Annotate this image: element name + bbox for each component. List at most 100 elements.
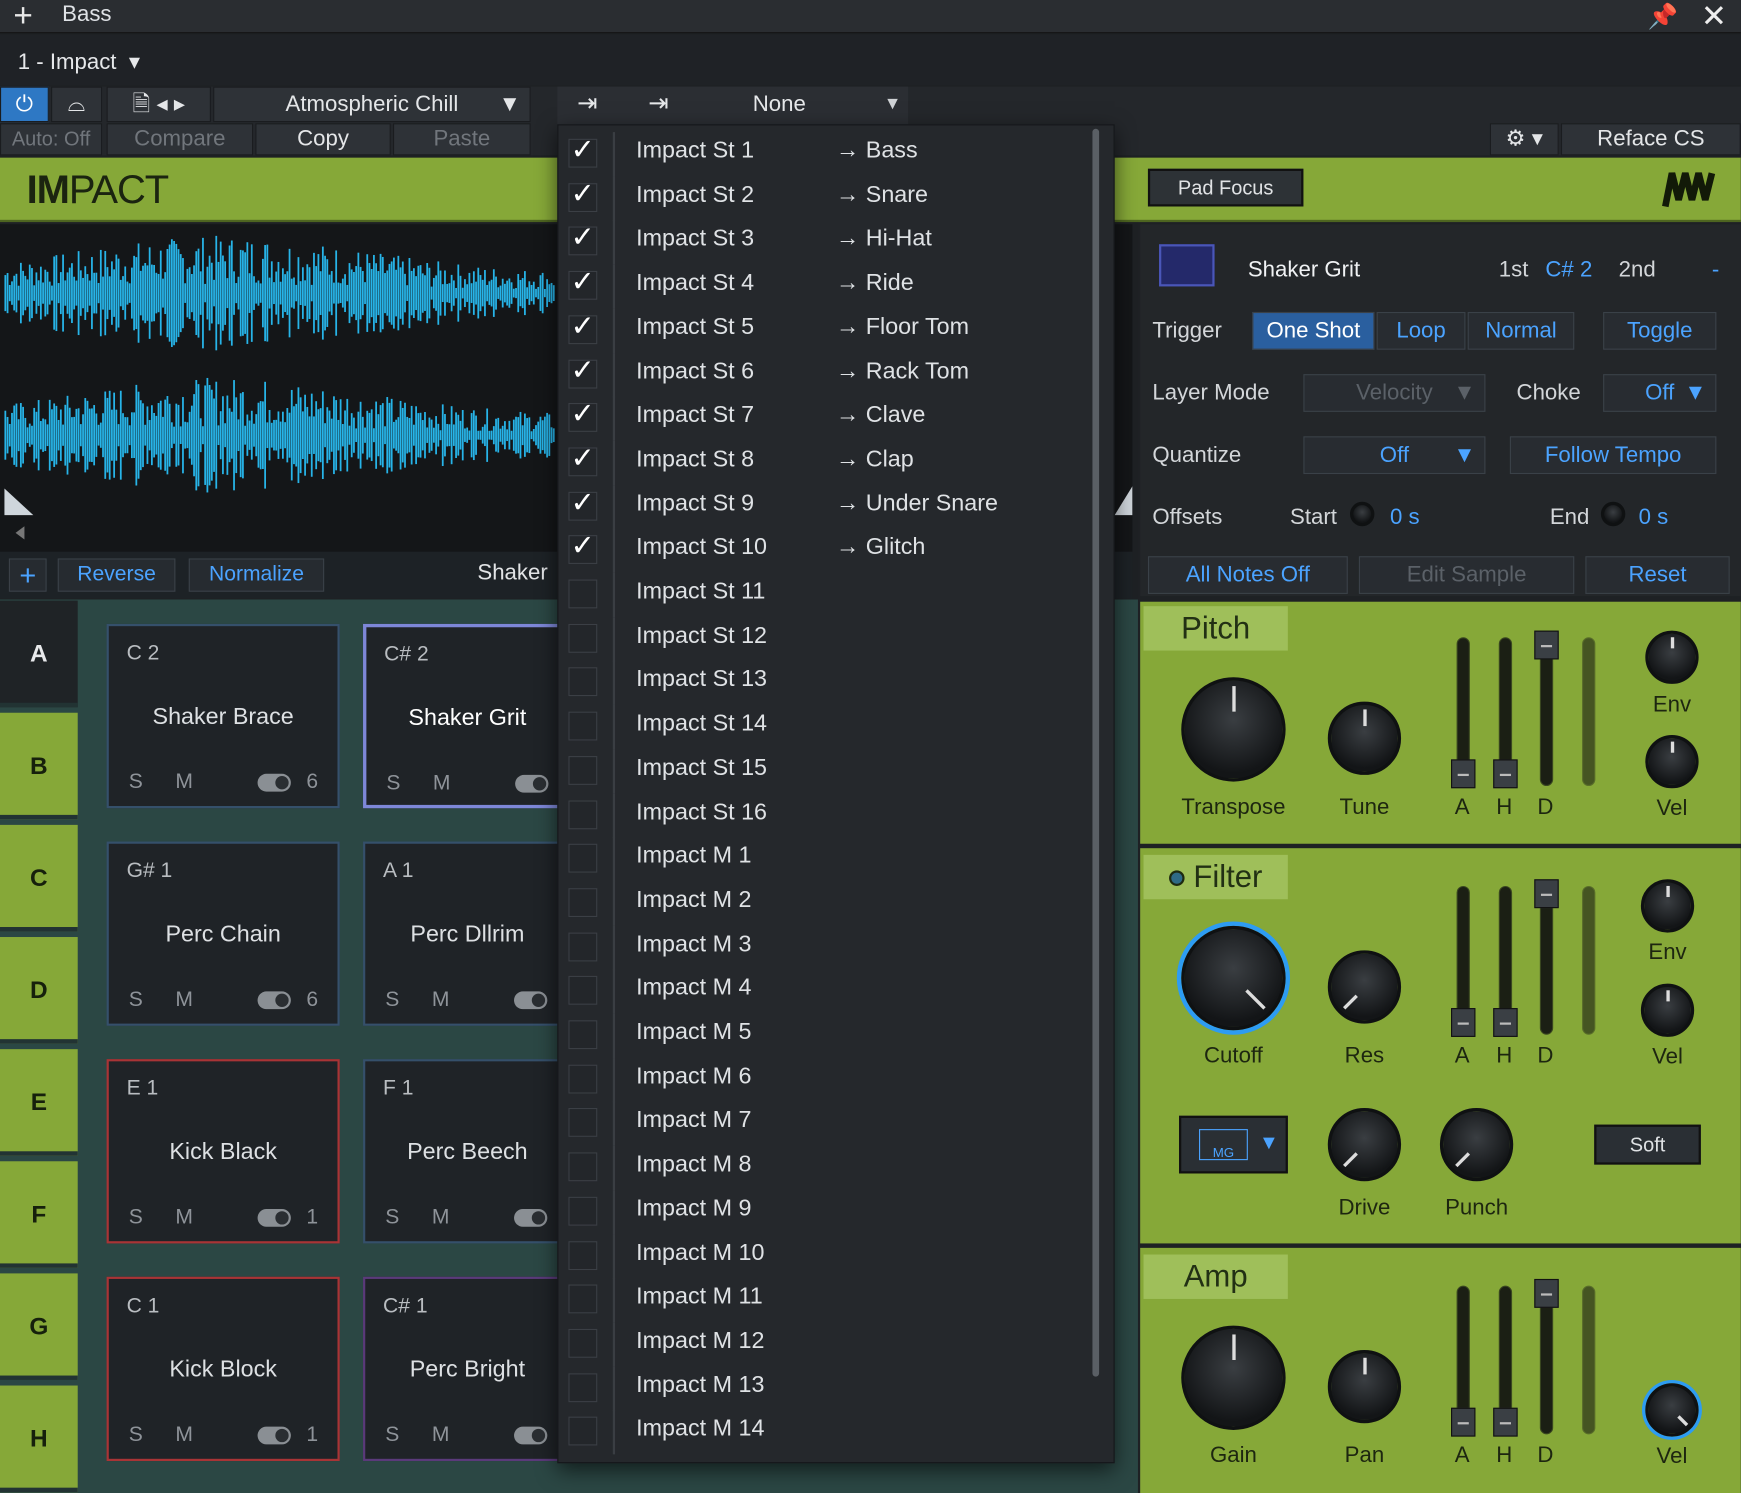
output-menu-item[interactable]: Impact St 13 <box>558 661 1091 706</box>
close-icon[interactable]: ✕ <box>1701 0 1727 34</box>
bank-tab-f[interactable]: F <box>0 1161 78 1268</box>
output-menu-item[interactable]: ✓ Impact St 2 → Snare <box>558 176 1091 221</box>
filter-type-select[interactable]: MG ▼ <box>1179 1115 1288 1174</box>
pad[interactable]: C 2 Shaker Brace S M 6 <box>106 623 340 809</box>
bank-tab-a[interactable]: A <box>0 600 78 708</box>
filter-hold-handle[interactable] <box>1493 1008 1518 1037</box>
punch-knob[interactable] <box>1439 1107 1514 1182</box>
output-menu-item[interactable]: ✓ Impact St 3 → Hi-Hat <box>558 220 1091 265</box>
output-menu-item[interactable]: ✓ Impact St 9 → Under Snare <box>558 484 1091 530</box>
instrument-selector[interactable]: 1 - Impact ▾ <box>18 48 140 76</box>
output-menu-item[interactable]: Impact M 5 <box>558 1013 1091 1059</box>
menu-scrollbar[interactable] <box>1092 128 1100 1377</box>
start-knob[interactable] <box>1350 501 1375 527</box>
output-menu-item[interactable]: Impact St 16 <box>558 793 1091 838</box>
one-shot-button[interactable]: One Shot <box>1252 311 1375 350</box>
bank-tab-h[interactable]: H <box>0 1385 78 1493</box>
soft-button[interactable]: Soft <box>1594 1124 1701 1165</box>
solo-mute-buttons[interactable]: S M <box>385 988 462 1012</box>
toggle-icon[interactable] <box>514 1426 548 1445</box>
checkbox[interactable] <box>568 667 598 697</box>
pitch-vel-knob[interactable] <box>1645 734 1699 789</box>
toggle-icon[interactable] <box>257 991 291 1010</box>
edit-sample-button[interactable]: Edit Sample <box>1358 556 1575 594</box>
toggle-icon[interactable] <box>257 1209 291 1227</box>
output-menu-item[interactable]: Impact St 11 <box>558 572 1091 618</box>
solo-mute-buttons[interactable]: S M <box>129 770 206 794</box>
route-input-icon[interactable]: ⇥ <box>577 89 597 118</box>
checkbox[interactable] <box>568 1196 598 1226</box>
output-menu-item[interactable]: ✓ Impact St 5 → Floor Tom <box>558 308 1091 353</box>
solo-mute-buttons[interactable]: S M <box>129 988 206 1012</box>
checkbox[interactable] <box>568 1416 598 1446</box>
add-sample-button[interactable]: + <box>8 558 47 592</box>
filter-env-knob[interactable] <box>1640 879 1695 933</box>
output-menu-item[interactable]: ✓ Impact St 7 → Clave <box>558 396 1091 441</box>
drive-knob[interactable] <box>1327 1107 1402 1182</box>
pad[interactable]: A 1 Perc Dllrim S M <box>363 841 572 1026</box>
paste-button[interactable]: Paste <box>393 123 531 156</box>
toggle-icon[interactable] <box>514 1209 548 1227</box>
file-icon[interactable]: 🗎 <box>132 92 150 116</box>
pitch-decay-fader[interactable] <box>1539 637 1554 787</box>
headphones-button[interactable]: ⌓ <box>51 86 103 123</box>
output-menu-item[interactable]: ✓ Impact St 6 → Rack Tom <box>558 352 1091 397</box>
output-menu-item[interactable]: Impact M 6 <box>558 1057 1091 1103</box>
second-note-value[interactable]: - <box>1712 258 1719 284</box>
filter-enable-icon[interactable] <box>1168 870 1185 886</box>
checkbox[interactable] <box>568 1284 598 1314</box>
filter-decay-fader[interactable] <box>1539 885 1554 1035</box>
pad[interactable]: C# 1 Perc Bright S M <box>363 1276 572 1462</box>
bank-tab-c[interactable]: C <box>0 824 78 932</box>
toggle-icon[interactable] <box>257 1426 291 1445</box>
prev-icon[interactable]: ◂ <box>157 92 168 116</box>
layer-mode-select[interactable]: Velocity ▼ <box>1303 374 1486 412</box>
checkbox[interactable] <box>568 579 598 609</box>
checkbox[interactable] <box>568 711 598 741</box>
checkbox[interactable] <box>568 799 598 829</box>
checkbox[interactable] <box>568 1152 598 1182</box>
filter-vel-knob[interactable] <box>1640 983 1695 1037</box>
checkbox[interactable] <box>568 843 598 873</box>
pad[interactable]: F 1 Perc Beech S M <box>363 1059 572 1244</box>
solo-mute-buttons[interactable]: S M <box>129 1206 206 1230</box>
output-menu-item[interactable]: Impact M 13 <box>558 1366 1091 1411</box>
bank-tab-g[interactable]: G <box>0 1273 78 1380</box>
amp-attack-handle[interactable] <box>1451 1407 1476 1437</box>
output-menu-item[interactable]: Impact M 14 <box>558 1410 1091 1455</box>
solo-mute-buttons[interactable]: S M <box>129 1423 206 1447</box>
reset-button[interactable]: Reset <box>1585 556 1730 594</box>
power-button[interactable]: ⏻ <box>0 86 49 123</box>
output-menu-item[interactable]: Impact M 9 <box>558 1189 1091 1235</box>
output-menu-item[interactable]: ✓ Impact St 1 → Bass <box>558 132 1091 177</box>
pin-icon[interactable]: 📌 <box>1648 2 1678 31</box>
follow-tempo-button[interactable]: Follow Tempo <box>1509 436 1717 475</box>
normalize-button[interactable]: Normalize <box>188 558 325 592</box>
output-menu-item[interactable]: Impact M 11 <box>558 1278 1091 1323</box>
first-note-value[interactable]: C# 2 <box>1545 258 1592 284</box>
bank-tab-d[interactable]: D <box>0 937 78 1044</box>
route-output-icon[interactable]: ⇥ <box>648 89 668 118</box>
bank-tab-e[interactable]: E <box>0 1049 78 1156</box>
add-icon[interactable]: + <box>13 0 32 36</box>
checkbox[interactable] <box>568 1372 598 1402</box>
end-knob[interactable] <box>1600 501 1626 527</box>
pitch-attack-handle[interactable] <box>1451 759 1476 789</box>
auto-button[interactable]: Auto: Off <box>0 123 103 156</box>
bank-tab-b[interactable]: B <box>0 712 78 820</box>
output-menu-item[interactable]: Impact M 1 <box>558 837 1091 882</box>
transpose-knob[interactable] <box>1181 677 1286 782</box>
output-menu-item[interactable]: Impact M 10 <box>558 1233 1091 1279</box>
device-button[interactable]: Reface CS <box>1560 123 1741 156</box>
toggle-button[interactable]: Toggle <box>1603 311 1717 350</box>
output-menu-item[interactable]: Impact M 12 <box>558 1322 1091 1367</box>
checkbox[interactable] <box>568 1328 598 1358</box>
output-menu-item[interactable]: Impact M 8 <box>558 1145 1091 1191</box>
output-menu-item[interactable]: Impact St 12 <box>558 616 1091 662</box>
checkbox[interactable] <box>568 1064 598 1094</box>
amp-vel-knob[interactable] <box>1645 1383 1699 1437</box>
pad[interactable]: C 1 Kick Block S M 1 <box>106 1276 340 1462</box>
toggle-icon[interactable] <box>515 774 549 793</box>
choke-select[interactable]: Off ▼ <box>1603 374 1717 412</box>
pitch-hold-handle[interactable] <box>1493 759 1518 789</box>
